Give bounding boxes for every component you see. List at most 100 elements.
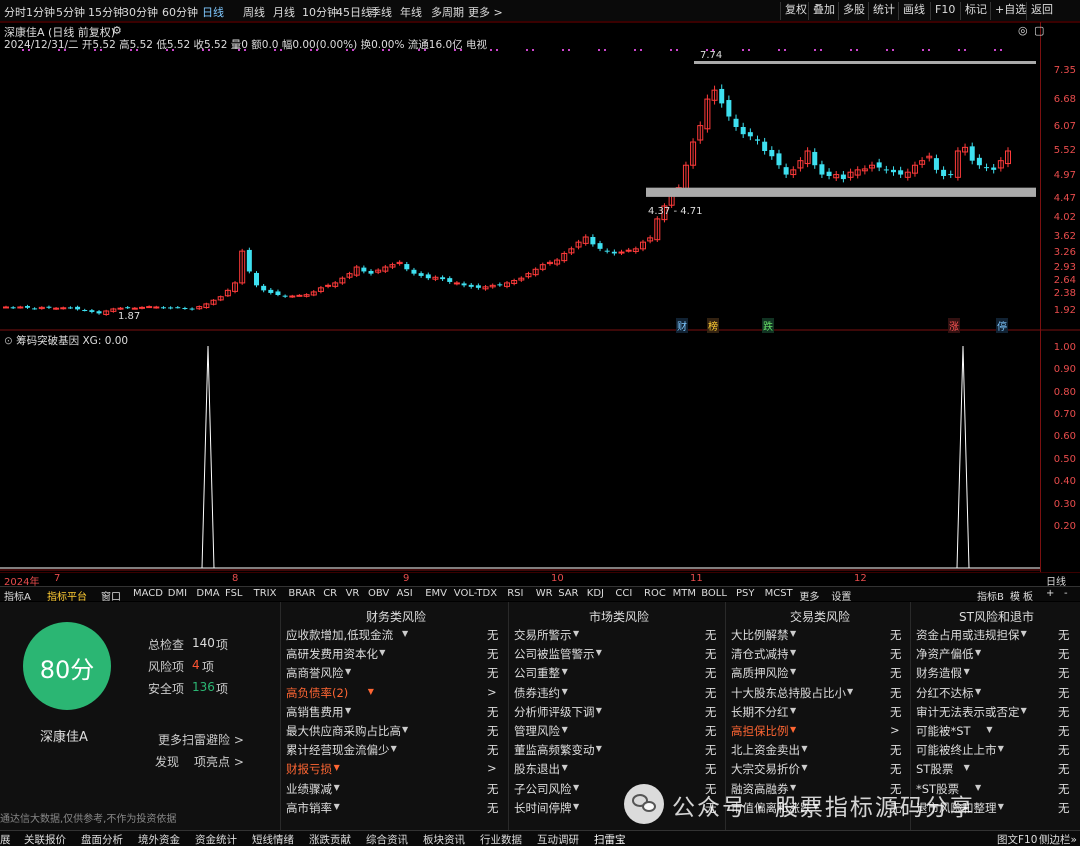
bottom-tab[interactable]: 扫雷宝	[594, 832, 626, 846]
toolbar-button[interactable]: 画线	[898, 2, 929, 20]
toolbar-button[interactable]: +自选	[990, 2, 1030, 20]
bottom-tab[interactable]: 互动调研	[537, 832, 579, 846]
risk-item[interactable]: 累计经营现金流偏少	[286, 742, 390, 758]
dropdown-arrow-icon[interactable]: ▼	[345, 667, 351, 676]
bottom-right-tab[interactable]: 侧边栏»	[1039, 832, 1077, 846]
toolbar-button[interactable]: 叠加	[808, 2, 839, 20]
dropdown-arrow-icon[interactable]: ▼	[790, 706, 796, 715]
period-tab[interactable]: 10分钟	[302, 4, 338, 20]
dropdown-arrow-icon[interactable]: ▼	[801, 744, 807, 753]
dropdown-arrow-icon[interactable]: ▼	[345, 706, 351, 715]
dropdown-arrow-icon[interactable]: ▼	[1021, 706, 1027, 715]
toolbar-button[interactable]: 复权	[780, 2, 811, 20]
dropdown-arrow-icon[interactable]: ▼	[596, 744, 602, 753]
indicator-tab[interactable]: CR	[323, 588, 337, 599]
event-marker-list[interactable]: 榜	[707, 318, 719, 333]
indicator-tab[interactable]: SAR	[558, 588, 578, 599]
indicator-tab[interactable]: MACD	[133, 588, 163, 599]
risk-item[interactable]: 高市销率	[286, 800, 332, 816]
dropdown-arrow-icon[interactable]: ▼	[964, 667, 970, 676]
settings-icon[interactable]: ⚙	[112, 24, 122, 37]
indicator-tab[interactable]: OBV	[368, 588, 389, 599]
dropdown-arrow-icon[interactable]: ▼	[986, 725, 992, 734]
indicator-tab[interactable]: FSL	[225, 588, 243, 599]
indicator-tab[interactable]: 窗口	[101, 588, 121, 603]
dropdown-arrow-icon[interactable]: ▼	[975, 783, 981, 792]
dropdown-arrow-icon[interactable]: ▼	[334, 763, 340, 772]
indicator-tab[interactable]: BOLL	[701, 588, 727, 599]
bottom-tab[interactable]: 境外资金	[138, 832, 180, 846]
period-tab[interactable]: 45日线	[336, 4, 372, 20]
period-tab[interactable]: 年线	[400, 4, 422, 20]
risk-item[interactable]: 可能被*ST	[916, 723, 971, 739]
indicator-tab[interactable]: DMA	[196, 588, 219, 599]
bottom-right-tab[interactable]: 图文F10	[997, 832, 1037, 846]
dropdown-arrow-icon[interactable]: ▼	[368, 687, 374, 696]
dropdown-arrow-icon[interactable]: ▼	[596, 706, 602, 715]
period-tab[interactable]: 15分钟	[88, 4, 124, 20]
risk-item[interactable]: 公司被监管警示	[514, 646, 595, 662]
risk-item[interactable]: 大宗交易折价	[731, 761, 800, 777]
period-tab[interactable]: 月线	[273, 4, 295, 20]
indicator-tab[interactable]: 指标平台	[47, 588, 87, 603]
chart-area[interactable]	[0, 22, 1080, 586]
indicator-tab[interactable]: VR	[346, 588, 360, 599]
dropdown-arrow-icon[interactable]: ▼	[790, 648, 796, 657]
dropdown-arrow-icon[interactable]: ▼	[562, 687, 568, 696]
period-tab[interactable]: 分时	[4, 4, 26, 20]
risk-item[interactable]: 交易所警示	[514, 627, 572, 643]
indicator-tab[interactable]: MCST	[765, 588, 793, 599]
period-tab[interactable]: 日线	[202, 4, 224, 20]
bottom-tab[interactable]: 盘面分析	[81, 832, 123, 846]
period-tab[interactable]: 季线	[370, 4, 392, 20]
dropdown-arrow-icon[interactable]: ▼	[334, 783, 340, 792]
period-tab[interactable]: 5分钟	[56, 4, 85, 20]
dropdown-arrow-icon[interactable]: ▼	[801, 763, 807, 772]
risk-item[interactable]: 财务造假	[916, 665, 962, 681]
bottom-tab[interactable]: 关联报价	[24, 832, 66, 846]
risk-item[interactable]: 财报亏损	[286, 761, 332, 777]
indicator-tab[interactable]: VOL-TDX	[454, 588, 497, 599]
dropdown-arrow-icon[interactable]: ▼	[790, 725, 796, 734]
event-marker-halt[interactable]: 停	[996, 318, 1008, 333]
risk-item[interactable]: 可能被终止上市	[916, 742, 997, 758]
risk-item[interactable]: 大比例解禁	[731, 627, 789, 643]
risk-item[interactable]: 最大供应商采购占比高	[286, 723, 401, 739]
indicator-tab-right[interactable]: 板	[1023, 588, 1033, 603]
bottom-tab[interactable]: 综合资讯	[366, 832, 408, 846]
bottom-tab[interactable]: 展	[0, 832, 11, 846]
indicator-tab[interactable]: 指标A	[4, 588, 31, 603]
event-marker-finance[interactable]: 财	[676, 318, 688, 333]
dropdown-arrow-icon[interactable]: ▼	[790, 667, 796, 676]
risk-item[interactable]: 股东退出	[514, 761, 560, 777]
risk-item[interactable]: 高销售费用	[286, 704, 344, 720]
event-marker-down[interactable]: 跌	[762, 318, 774, 333]
dropdown-arrow-icon[interactable]: ▼	[975, 648, 981, 657]
indicator-tab-right[interactable]: 指标B	[977, 588, 1004, 603]
risk-item[interactable]: 高质押风险	[731, 665, 789, 681]
risk-item[interactable]: 管理风险	[514, 723, 560, 739]
risk-item[interactable]: 审计无法表示或否定	[916, 704, 1020, 720]
risk-item[interactable]: 长期不分红	[731, 704, 789, 720]
dropdown-arrow-icon[interactable]: ▼	[334, 802, 340, 811]
dropdown-arrow-icon[interactable]: ▼	[998, 744, 1004, 753]
dropdown-arrow-icon[interactable]: ▼	[573, 629, 579, 638]
dropdown-arrow-icon[interactable]: ▼	[562, 667, 568, 676]
indicator-tab-right[interactable]: -	[1064, 588, 1068, 599]
chart-collapse-icon[interactable]: ▢	[1034, 24, 1044, 37]
bottom-tab[interactable]: 行业数据	[480, 832, 522, 846]
dropdown-arrow-icon[interactable]: ▼	[562, 763, 568, 772]
risk-item[interactable]: 高研发费用资本化	[286, 646, 378, 662]
dropdown-arrow-icon[interactable]: ▼	[847, 687, 853, 696]
risk-item[interactable]: 十大股东总持股占比小	[731, 685, 846, 701]
dropdown-arrow-icon[interactable]: ▼	[402, 629, 408, 638]
risk-item[interactable]: 资金占用或违规担保	[916, 627, 1020, 643]
risk-item[interactable]: 子公司风险	[514, 781, 572, 797]
bottom-tab[interactable]: 板块资讯	[423, 832, 465, 846]
risk-item[interactable]: 分红不达标	[916, 685, 974, 701]
risk-item[interactable]: ST股票	[916, 761, 953, 777]
bottom-tab[interactable]: 短线情绪	[252, 832, 294, 846]
indicator-tab[interactable]: RSI	[507, 588, 523, 599]
indicator-tab[interactable]: CCI	[615, 588, 632, 599]
dropdown-arrow-icon[interactable]: ▼	[573, 802, 579, 811]
